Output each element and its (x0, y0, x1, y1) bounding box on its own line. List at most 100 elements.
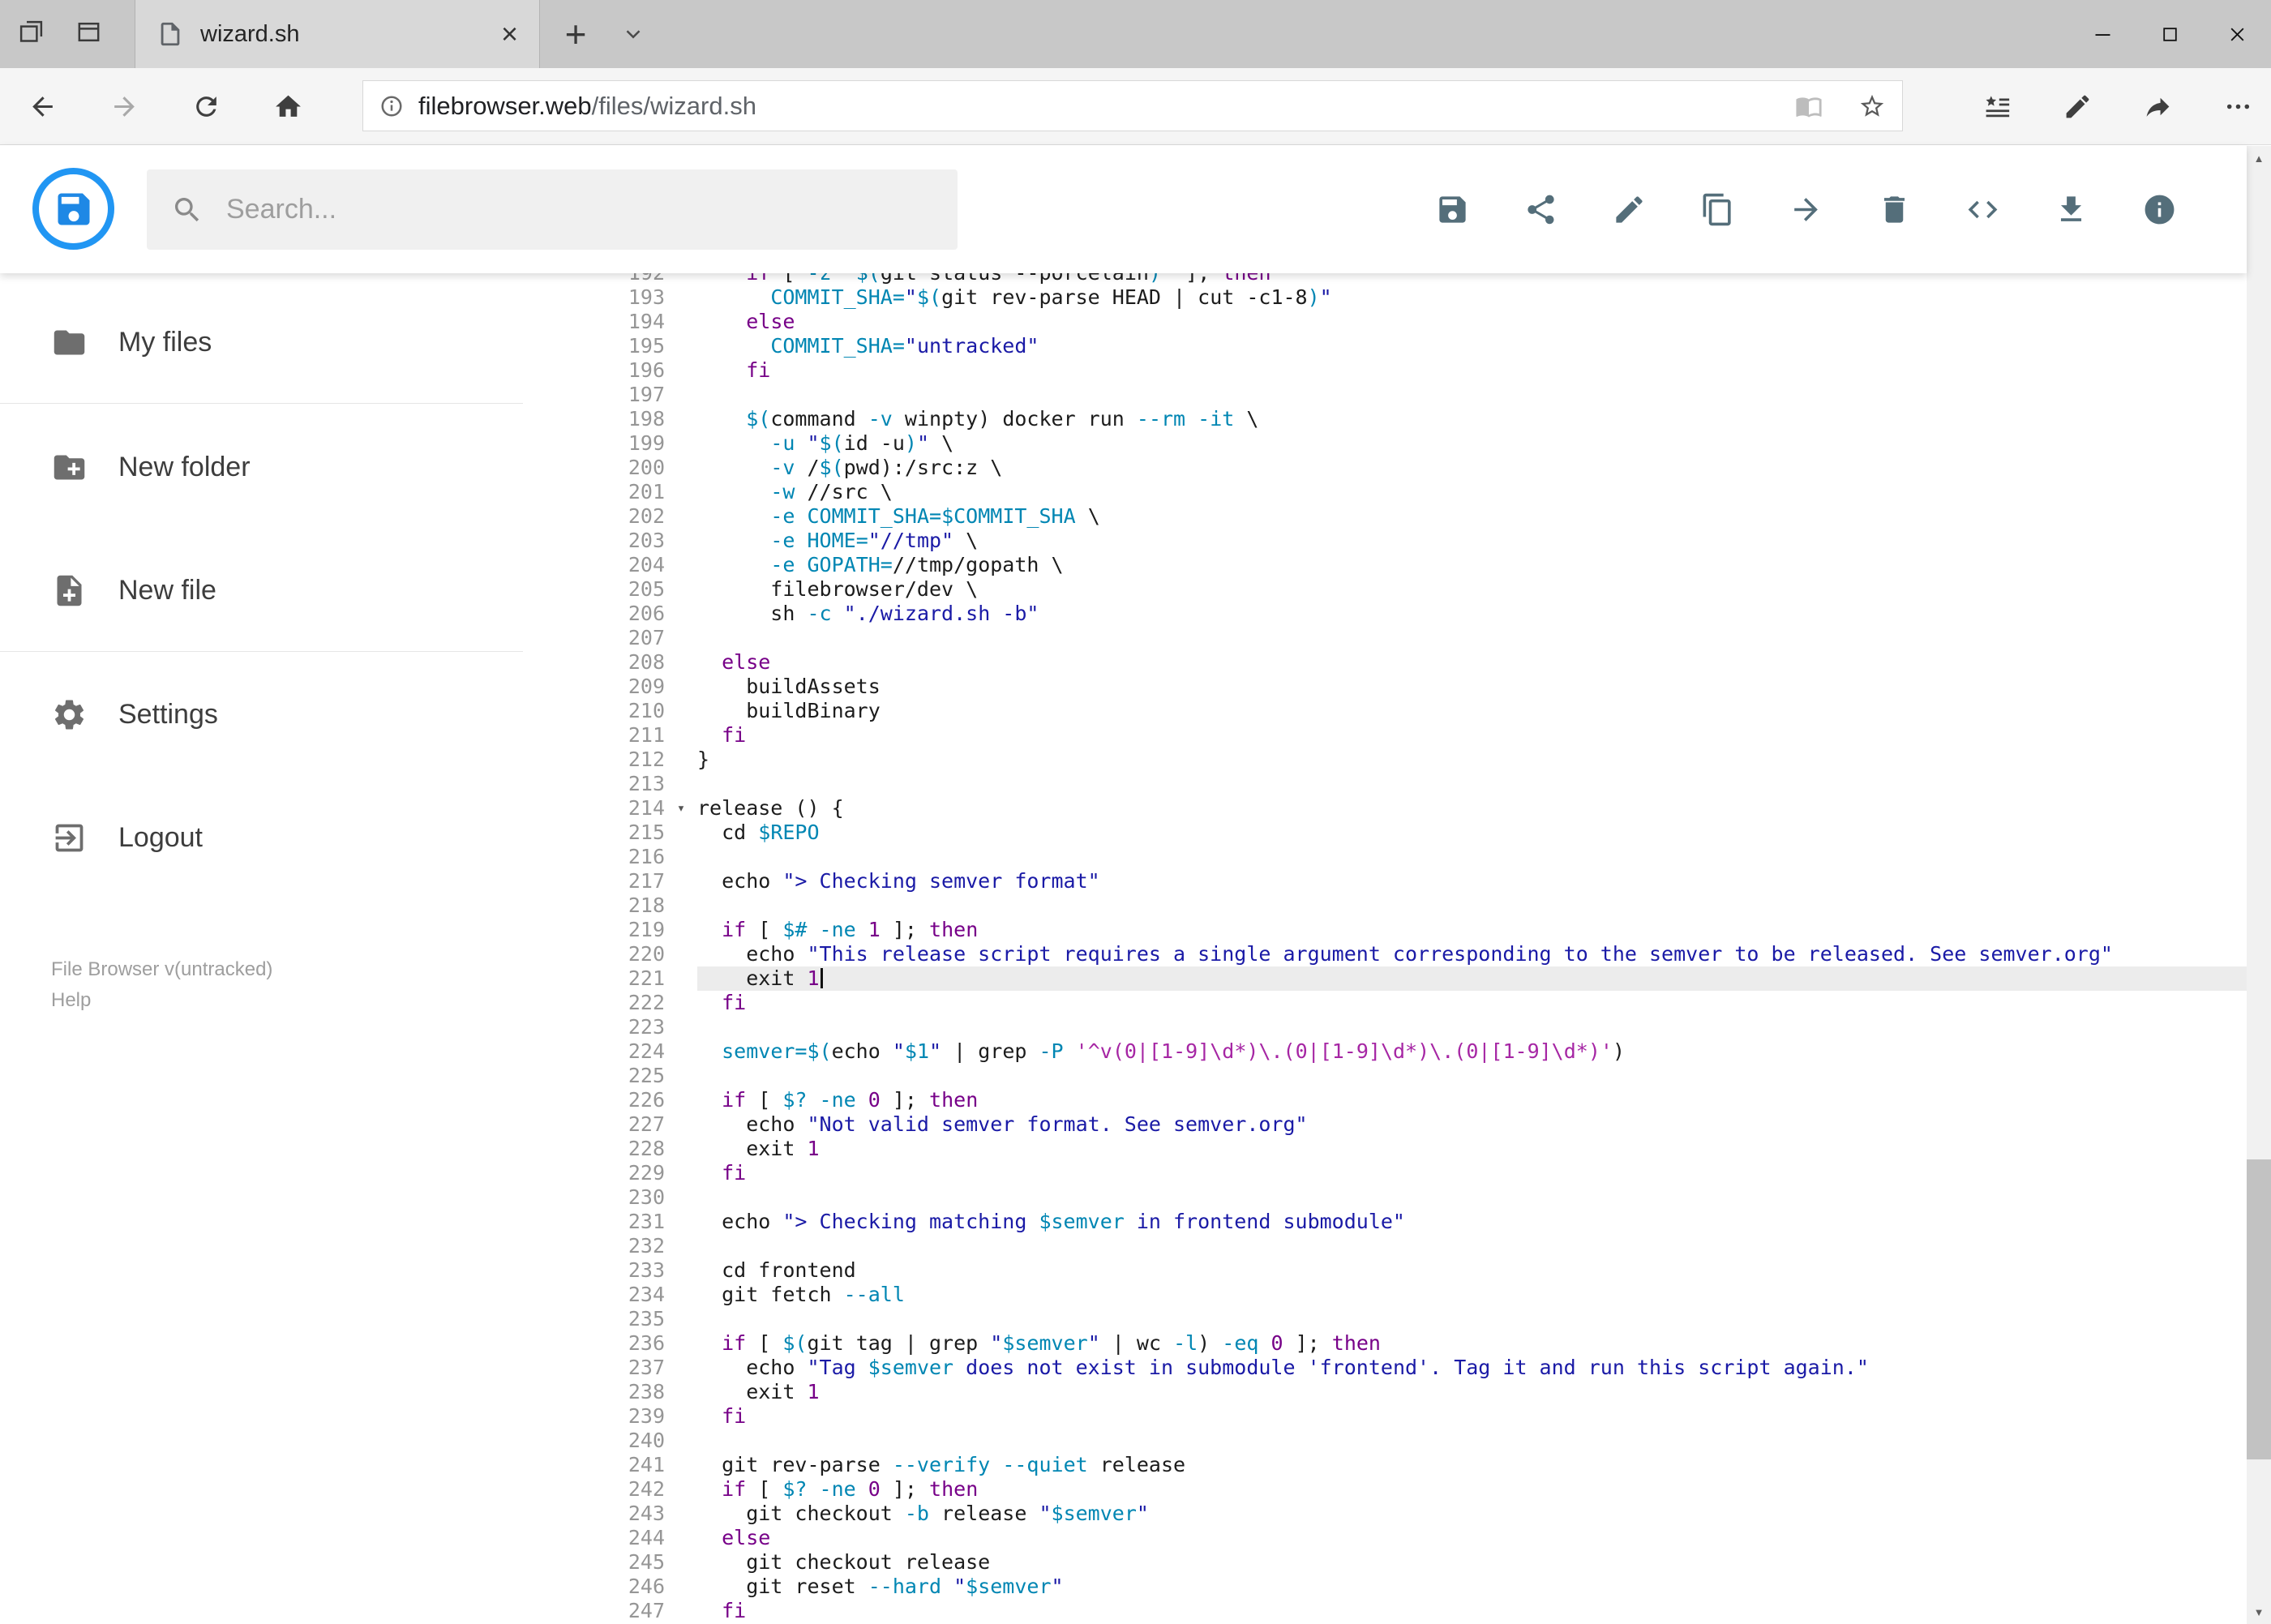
code-text[interactable]: exit 1 (697, 1137, 2247, 1161)
code-text[interactable]: -e GOPATH=//tmp/gopath \ (697, 553, 2247, 577)
code-text[interactable] (697, 1234, 2247, 1258)
code-line-227[interactable]: 227 echo "Not valid semver format. See s… (535, 1112, 2247, 1137)
code-text[interactable]: sh -c "./wizard.sh -b" (697, 602, 2247, 626)
code-line-235[interactable]: 235 (535, 1307, 2247, 1331)
code-line-215[interactable]: 215 cd $REPO (535, 821, 2247, 845)
code-text[interactable]: buildAssets (697, 675, 2247, 699)
site-info-icon[interactable] (379, 94, 404, 118)
code-line-226[interactable]: 226 if [ $? -ne 0 ]; then (535, 1088, 2247, 1112)
code-text[interactable]: fi (697, 723, 2247, 748)
more-options-button[interactable] (2223, 92, 2253, 122)
search-box[interactable] (147, 169, 958, 250)
code-line-199[interactable]: 199 -u "$(id -u)" \ (535, 431, 2247, 456)
code-text[interactable]: cd frontend (697, 1258, 2247, 1283)
code-line-205[interactable]: 205 filebrowser/dev \ (535, 577, 2247, 602)
code-line-202[interactable]: 202 -e COMMIT_SHA=$COMMIT_SHA \ (535, 504, 2247, 529)
sidebar-item-settings[interactable]: Settings (51, 689, 218, 739)
save-button[interactable] (1435, 192, 1470, 227)
code-text[interactable]: fi (697, 991, 2247, 1015)
tab-preview-chevron-icon[interactable] (621, 0, 645, 68)
code-text[interactable]: echo "Not valid semver format. See semve… (697, 1112, 2247, 1137)
code-text[interactable]: buildBinary (697, 699, 2247, 723)
code-line-238[interactable]: 238 exit 1 (535, 1380, 2247, 1404)
copy-button[interactable] (1700, 192, 1735, 227)
code-text[interactable] (697, 1307, 2247, 1331)
sidebar-item-new-folder[interactable]: New folder (51, 442, 251, 492)
code-line-193[interactable]: 193 COMMIT_SHA="$(git rev-parse HEAD | c… (535, 285, 2247, 310)
maximize-button[interactable] (2136, 0, 2204, 68)
code-line-241[interactable]: 241 git rev-parse --verify --quiet relea… (535, 1453, 2247, 1477)
code-text[interactable]: echo "This release script requires a sin… (697, 942, 2247, 966)
code-text[interactable]: if [ $# -ne 1 ]; then (697, 918, 2247, 942)
code-text[interactable] (697, 383, 2247, 407)
code-line-225[interactable]: 225 (535, 1064, 2247, 1088)
code-editor[interactable]: 192 if [ -z "$(git status --porcelain)" … (535, 273, 2247, 1624)
forward-button[interactable] (109, 92, 139, 122)
code-line-230[interactable]: 230 (535, 1185, 2247, 1210)
code-line-208[interactable]: 208 else (535, 650, 2247, 675)
code-line-224[interactable]: 224 semver=$(echo "$1" | grep -P '^v(0|[… (535, 1039, 2247, 1064)
code-line-217[interactable]: 217 echo "> Checking semver format" (535, 869, 2247, 893)
code-text[interactable] (697, 1429, 2247, 1453)
code-text[interactable]: release () { (697, 796, 2247, 821)
code-line-228[interactable]: 228 exit 1 (535, 1137, 2247, 1161)
code-text[interactable] (697, 1015, 2247, 1039)
code-text[interactable]: -v /$(pwd):/src:z \ (697, 456, 2247, 480)
code-text[interactable]: git checkout -b release "$semver" (697, 1502, 2247, 1526)
code-text[interactable]: fi (697, 358, 2247, 383)
code-line-203[interactable]: 203 -e HOME="//tmp" \ (535, 529, 2247, 553)
code-text[interactable]: -e COMMIT_SHA=$COMMIT_SHA \ (697, 504, 2247, 529)
sidebar-item-new-file[interactable]: New file (51, 565, 216, 615)
code-text[interactable]: git reset --hard "$semver" (697, 1575, 2247, 1599)
code-line-198[interactable]: 198 $(command -v winpty) docker run --rm… (535, 407, 2247, 431)
code-text[interactable]: git fetch --all (697, 1283, 2247, 1307)
code-line-213[interactable]: 213 (535, 772, 2247, 796)
info-button[interactable] (2142, 192, 2177, 227)
code-text[interactable]: filebrowser/dev \ (697, 577, 2247, 602)
code-line-245[interactable]: 245 git checkout release (535, 1550, 2247, 1575)
set-tabs-aside-icon[interactable] (18, 19, 45, 49)
code-line-247[interactable]: 247 fi (535, 1599, 2247, 1623)
code-line-243[interactable]: 243 git checkout -b release "$semver" (535, 1502, 2247, 1526)
code-text[interactable]: else (697, 310, 2247, 334)
code-text[interactable]: semver=$(echo "$1" | grep -P '^v(0|[1-9]… (697, 1039, 2247, 1064)
delete-button[interactable] (1877, 192, 1912, 227)
code-line-244[interactable]: 244 else (535, 1526, 2247, 1550)
code-text[interactable] (697, 626, 2247, 650)
sidebar-item-logout[interactable]: Logout (51, 812, 203, 863)
raw-view-button[interactable] (1965, 192, 2000, 227)
code-text[interactable]: fi (697, 1161, 2247, 1185)
code-line-207[interactable]: 207 (535, 626, 2247, 650)
code-text[interactable]: -e HOME="//tmp" \ (697, 529, 2247, 553)
code-text[interactable]: -u "$(id -u)" \ (697, 431, 2247, 456)
new-tab-button[interactable]: + (550, 0, 602, 68)
code-line-229[interactable]: 229 fi (535, 1161, 2247, 1185)
code-line-218[interactable]: 218 (535, 893, 2247, 918)
code-text[interactable]: echo "> Checking matching $semver in fro… (697, 1210, 2247, 1234)
code-text[interactable]: cd $REPO (697, 821, 2247, 845)
scroll-up-arrow[interactable]: ▲ (2247, 146, 2271, 170)
code-text[interactable]: exit 1 (697, 1380, 2247, 1404)
back-button[interactable] (28, 92, 58, 122)
close-window-button[interactable] (2204, 0, 2271, 68)
code-text[interactable] (697, 845, 2247, 869)
code-line-231[interactable]: 231 echo "> Checking matching $semver in… (535, 1210, 2247, 1234)
code-line-239[interactable]: 239 fi (535, 1404, 2247, 1429)
code-text[interactable] (697, 1185, 2247, 1210)
code-text[interactable]: $(command -v winpty) docker run --rm -it… (697, 407, 2247, 431)
favorite-star-icon[interactable] (1858, 92, 1886, 120)
search-input[interactable] (225, 193, 933, 226)
help-link[interactable]: Help (51, 985, 272, 1016)
code-line-234[interactable]: 234 git fetch --all (535, 1283, 2247, 1307)
code-text[interactable]: exit 1 (697, 966, 2247, 991)
code-text[interactable]: if [ $? -ne 0 ]; then (697, 1477, 2247, 1502)
rename-button[interactable] (1612, 192, 1647, 227)
code-line-236[interactable]: 236 if [ $(git tag | grep "$semver" | wc… (535, 1331, 2247, 1356)
tab-preview-icon[interactable] (75, 19, 102, 49)
tab-close-button[interactable]: × (501, 19, 518, 49)
code-line-220[interactable]: 220 echo "This release script requires a… (535, 942, 2247, 966)
filebrowser-logo[interactable] (32, 168, 114, 250)
code-text[interactable]: COMMIT_SHA="$(git rev-parse HEAD | cut -… (697, 285, 2247, 310)
code-line-222[interactable]: 222 fi (535, 991, 2247, 1015)
code-text[interactable]: -w //src \ (697, 480, 2247, 504)
